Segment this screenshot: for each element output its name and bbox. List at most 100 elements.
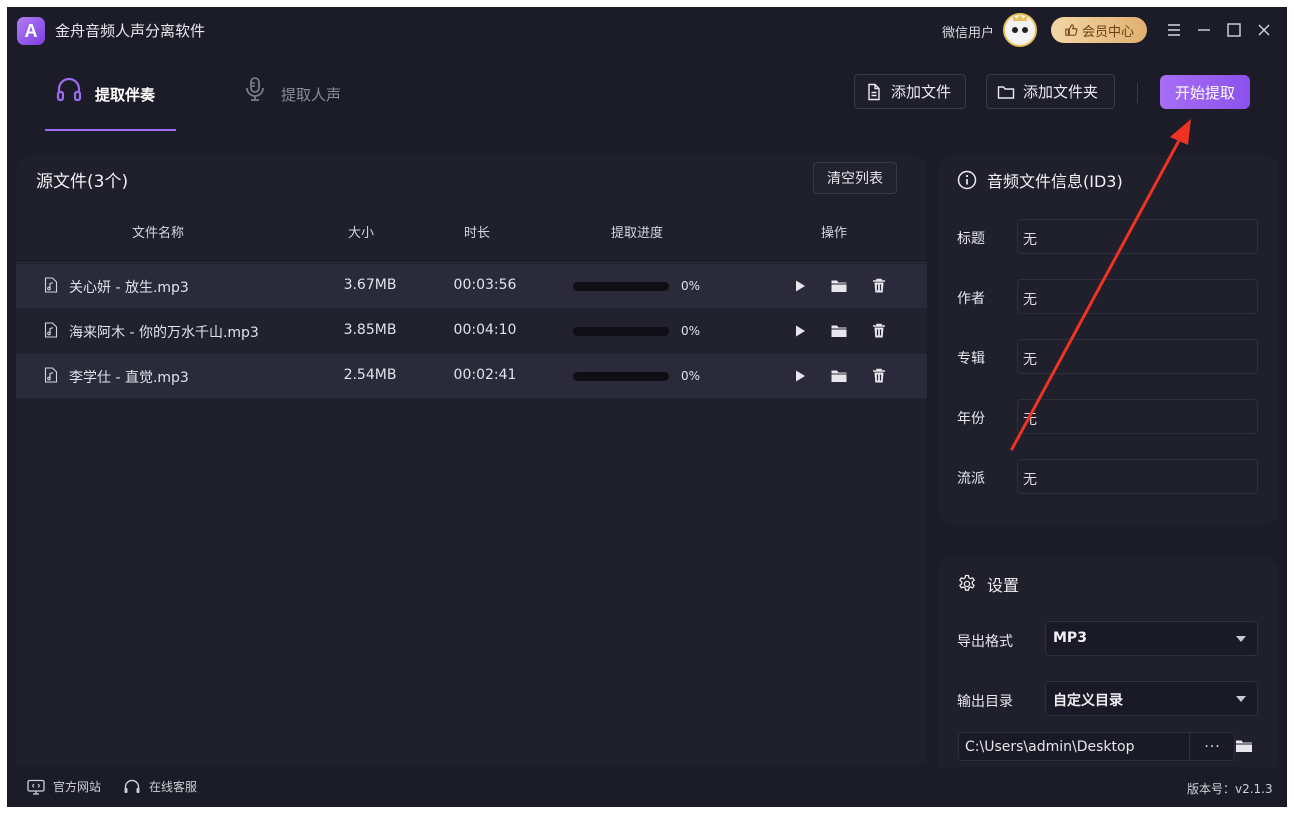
- folder-icon: [831, 325, 847, 337]
- progress-percent: 0%: [681, 279, 701, 293]
- toolbar-divider: [1137, 83, 1138, 103]
- browse-more-button[interactable]: ···: [1189, 733, 1235, 760]
- delete-button[interactable]: [870, 277, 888, 295]
- user-name[interactable]: 微信用户: [942, 22, 994, 41]
- folder-icon: [997, 85, 1015, 99]
- play-button[interactable]: [791, 367, 809, 385]
- source-file-title: 源文件(3个): [36, 172, 129, 192]
- headset-icon: [124, 779, 140, 793]
- output-path-text: C:\Users\admin\Desktop: [965, 739, 1135, 755]
- output-dir-label: 输出目录: [957, 694, 1013, 710]
- active-tab-indicator: [45, 129, 176, 131]
- open-folder-button[interactable]: [830, 322, 848, 340]
- info-label-artist: 作者: [957, 291, 985, 307]
- music-file-icon: [44, 322, 58, 338]
- column-header-actions: 操作: [821, 226, 848, 241]
- table-row[interactable]: 海来阿木 - 你的万水千山.mp3 3.85MB 00:04:10 0%: [16, 309, 927, 353]
- export-format-label: 导出格式: [957, 634, 1013, 650]
- progress-percent: 0%: [681, 369, 701, 383]
- open-folder-button[interactable]: [830, 367, 848, 385]
- tab-extract-vocals[interactable]: 提取人声: [241, 75, 341, 131]
- add-file-button[interactable]: 添加文件: [854, 74, 966, 109]
- user-avatar[interactable]: [1003, 13, 1037, 47]
- table-header-divider: [16, 262, 927, 263]
- year-field[interactable]: 无: [1017, 399, 1258, 434]
- table-row[interactable]: 李学仕 - 直觉.mp3 2.54MB 00:02:41 0%: [16, 354, 927, 398]
- official-website-link[interactable]: 官方网站: [27, 778, 101, 795]
- menu-button[interactable]: [1163, 19, 1185, 41]
- play-icon: [796, 370, 805, 382]
- version-label: 版本号：v2.1.3: [1187, 782, 1273, 796]
- file-name: 关心妍 - 放生.mp3: [69, 280, 189, 296]
- folder-icon: [831, 280, 847, 292]
- file-duration: 00:02:41: [453, 367, 517, 383]
- minimize-button[interactable]: [1193, 19, 1215, 41]
- monitor-icon: [27, 779, 45, 795]
- play-button[interactable]: [791, 322, 809, 340]
- column-header-duration: 时长: [464, 226, 491, 241]
- info-label-genre: 流派: [957, 471, 985, 487]
- file-size: 2.54MB: [343, 367, 397, 383]
- output-path-field[interactable]: C:\Users\admin\Desktop ···: [958, 732, 1235, 761]
- album-field[interactable]: 无: [1017, 339, 1258, 374]
- tab-extract-accompaniment[interactable]: 提取伴奏: [55, 75, 155, 131]
- music-file-icon: [44, 367, 58, 383]
- close-button[interactable]: [1253, 19, 1275, 41]
- headphones-icon: [56, 77, 82, 102]
- app-logo: A: [17, 17, 45, 45]
- menu-icon: [1168, 24, 1180, 36]
- thumbs-up-icon: [1065, 24, 1078, 36]
- minimize-icon: [1198, 29, 1210, 31]
- title-field[interactable]: 无: [1017, 219, 1258, 254]
- start-extract-button[interactable]: 开始提取: [1160, 75, 1250, 109]
- trash-icon: [873, 323, 885, 338]
- open-folder-button[interactable]: [830, 277, 848, 295]
- file-size: 3.85MB: [343, 322, 397, 338]
- clear-list-button[interactable]: 清空列表: [813, 162, 897, 194]
- maximize-button[interactable]: [1223, 19, 1245, 41]
- chevron-down-icon: [1236, 636, 1246, 642]
- column-header-progress: 提取进度: [611, 226, 664, 241]
- close-icon: [1258, 24, 1270, 36]
- file-add-icon: [868, 83, 880, 100]
- export-format-select[interactable]: MP3: [1045, 621, 1258, 656]
- progress-bar: [573, 327, 669, 336]
- tab-label: 提取人声: [281, 86, 342, 104]
- music-file-icon: [44, 277, 58, 293]
- play-icon: [796, 325, 805, 337]
- output-dir-select[interactable]: 自定义目录: [1045, 681, 1258, 716]
- chevron-down-icon: [1236, 696, 1246, 702]
- app-title: 金舟音频人声分离软件: [55, 22, 206, 40]
- artist-field[interactable]: 无: [1017, 279, 1258, 314]
- tab-label: 提取伴奏: [95, 86, 156, 104]
- add-folder-button[interactable]: 添加文件夹: [986, 74, 1115, 109]
- folder-icon: [1236, 740, 1252, 752]
- column-header-size: 大小: [348, 226, 375, 241]
- column-header-filename: 文件名称: [132, 226, 185, 241]
- add-file-label: 添加文件: [891, 83, 952, 101]
- source-file-panel: [16, 155, 927, 765]
- file-duration: 00:04:10: [453, 322, 517, 338]
- open-output-folder-button[interactable]: [1235, 737, 1253, 755]
- gear-icon: [959, 574, 975, 591]
- audio-info-title: 音频文件信息(ID3): [957, 168, 1123, 192]
- genre-field[interactable]: 无: [1017, 459, 1258, 494]
- title-bar: A 金舟音频人声分离软件 微信用户 会员中心: [7, 7, 1287, 55]
- delete-button[interactable]: [870, 367, 888, 385]
- progress-bar: [573, 282, 669, 291]
- info-label-album: 专辑: [957, 351, 985, 367]
- table-row[interactable]: 关心妍 - 放生.mp3 3.67MB 00:03:56 0%: [16, 264, 927, 308]
- folder-icon: [831, 370, 847, 382]
- info-label-year: 年份: [957, 411, 985, 427]
- settings-title: 设置: [957, 572, 1019, 596]
- file-name: 海来阿木 - 你的万水千山.mp3: [69, 325, 259, 341]
- play-button[interactable]: [791, 277, 809, 295]
- online-support-link[interactable]: 在线客服: [123, 778, 197, 795]
- microphone-icon: [246, 77, 264, 101]
- info-label-title: 标题: [957, 231, 985, 247]
- trash-icon: [873, 278, 885, 293]
- add-folder-label: 添加文件夹: [1023, 83, 1099, 101]
- vip-center-label: 会员中心: [1081, 24, 1134, 40]
- delete-button[interactable]: [870, 322, 888, 340]
- vip-center-button[interactable]: 会员中心: [1051, 17, 1147, 43]
